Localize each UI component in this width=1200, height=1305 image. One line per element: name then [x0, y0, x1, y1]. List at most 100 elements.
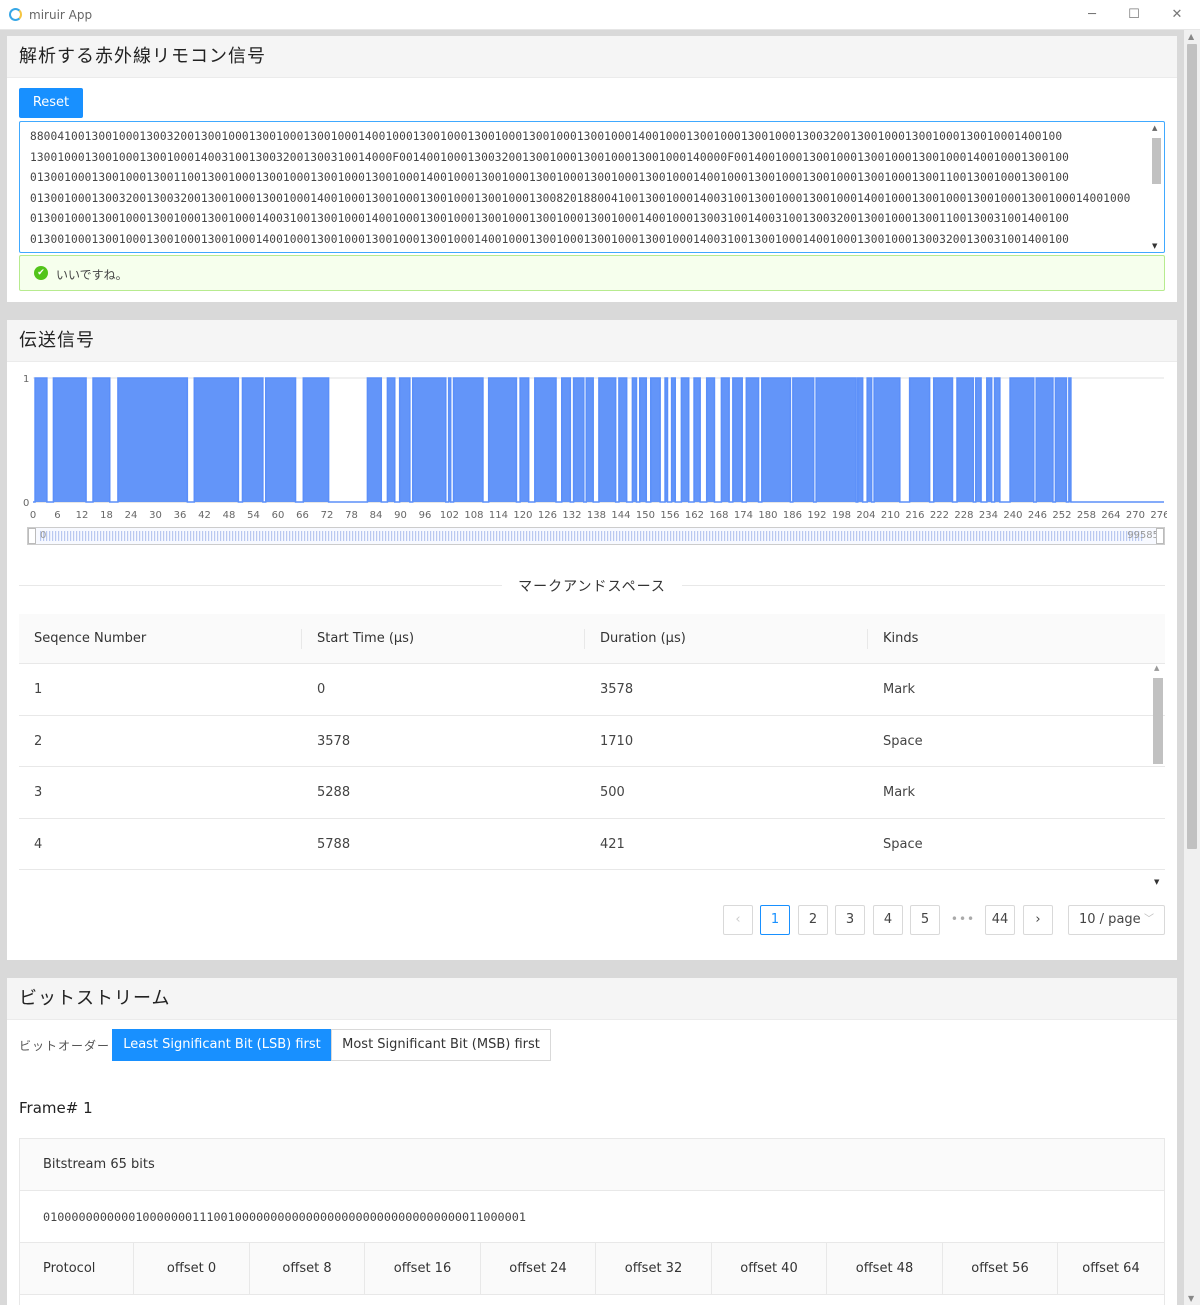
slider-preview-stripe: [640, 531, 642, 541]
cell-kind: Mark: [883, 682, 916, 697]
scroll-down-icon[interactable]: ▼: [1188, 1294, 1194, 1303]
slider-preview-stripe: [664, 531, 666, 541]
slider-preview-stripe: [334, 531, 336, 541]
slider-preview-stripe: [883, 531, 885, 541]
x-tick-label: 246: [1028, 510, 1047, 521]
textarea-scroll-thumb[interactable]: [1152, 138, 1161, 184]
slider-preview-stripe: [787, 531, 789, 541]
slider-preview-stripe: [505, 531, 507, 541]
slider-preview-stripe: [268, 531, 270, 541]
slider-preview-stripe: [928, 531, 930, 541]
slider-preview-stripe: [958, 531, 960, 541]
slider-preview-stripe: [370, 531, 372, 541]
slider-preview-stripe: [745, 531, 747, 541]
slider-preview-stripe: [112, 531, 114, 541]
slider-preview-stripe: [1045, 531, 1047, 541]
signal-mark-block: [816, 378, 857, 502]
page-size-select[interactable]: 10 / page ﹀: [1068, 905, 1165, 935]
slider-preview-stripe: [1078, 531, 1080, 541]
maximize-button[interactable]: ☐: [1123, 4, 1145, 26]
table-row[interactable]: 3 5288 500 Mark: [19, 767, 1165, 819]
scroll-up-icon[interactable]: ▲: [1152, 124, 1157, 132]
slider-preview-stripe: [484, 531, 486, 541]
range-handle-right[interactable]: [1156, 528, 1164, 544]
table-scrollbar[interactable]: ▲ ▼: [1151, 664, 1165, 886]
slider-preview-stripe: [781, 531, 783, 541]
signal-mark-block: [303, 378, 329, 502]
slider-preview-stripe: [835, 531, 837, 541]
signal-mark-block: [639, 378, 647, 502]
x-tick-label: 192: [807, 510, 826, 521]
range-slider[interactable]: 0 99585: [27, 527, 1165, 545]
window-scrollbar[interactable]: ▲ ▼: [1184, 30, 1200, 1305]
slider-preview-stripe: [397, 531, 399, 541]
slider-preview-stripe: [799, 531, 801, 541]
page-3-button[interactable]: 3: [835, 905, 865, 935]
signal-line: 0130010001300100013001000130010001400100…: [30, 232, 1069, 246]
last-page-button[interactable]: 44: [985, 905, 1015, 935]
table-row[interactable]: 1 0 3578 Mark: [19, 664, 1165, 716]
slider-preview-stripe: [313, 531, 315, 541]
slider-preview-stripe: [193, 531, 195, 541]
slider-preview-stripe: [805, 531, 807, 541]
signal-mark-block: [412, 378, 446, 502]
slider-preview-stripe: [493, 531, 495, 541]
page-1-button[interactable]: 1: [760, 905, 790, 935]
minimize-button[interactable]: ─: [1081, 4, 1103, 26]
y-tick-label: 0: [23, 498, 29, 509]
table-row[interactable]: 2 3578 1710 Space: [19, 716, 1165, 768]
prev-page-button[interactable]: ‹: [723, 905, 753, 935]
signal-mark-block: [650, 378, 661, 502]
slider-preview-stripe: [784, 531, 786, 541]
slider-preview-stripe: [388, 531, 390, 541]
slider-preview-stripe: [325, 531, 327, 541]
slider-preview-stripe: [415, 531, 417, 541]
slider-preview-stripe: [646, 531, 648, 541]
slider-preview-stripe: [262, 531, 264, 541]
signal-textarea[interactable]: 8800410013001000130032001300100013001000…: [19, 121, 1165, 253]
x-tick-label: 138: [587, 510, 606, 521]
lsb-first-button[interactable]: Least Significant Bit (LSB) first: [112, 1029, 332, 1061]
signal-mark-block: [975, 378, 982, 502]
slider-preview-stripe: [487, 531, 489, 541]
page-ellipsis[interactable]: •••: [948, 905, 978, 935]
slider-preview-stripe: [451, 531, 453, 541]
slider-preview-stripe: [688, 531, 690, 541]
slider-preview-stripe: [571, 531, 573, 541]
reset-button[interactable]: Reset: [19, 88, 83, 118]
slider-preview-stripe: [655, 531, 657, 541]
msb-first-button[interactable]: Most Significant Bit (MSB) first: [331, 1029, 551, 1061]
slider-preview-stripe: [676, 531, 678, 541]
scroll-down-icon[interactable]: ▼: [1154, 878, 1159, 886]
table-scroll-thumb[interactable]: [1153, 678, 1163, 764]
slider-preview-stripe: [454, 531, 456, 541]
slider-preview-stripe: [1066, 531, 1068, 541]
scroll-down-icon[interactable]: ▼: [1152, 242, 1157, 250]
slider-preview-stripe: [1084, 531, 1086, 541]
scroll-up-icon[interactable]: ▲: [1154, 664, 1159, 672]
slider-preview-stripe: [85, 531, 87, 541]
page-2-button[interactable]: 2: [798, 905, 828, 935]
close-button[interactable]: ✕: [1166, 4, 1188, 26]
window-scroll-thumb[interactable]: [1187, 44, 1197, 849]
page-4-button[interactable]: 4: [873, 905, 903, 935]
slider-preview-stripe: [943, 531, 945, 541]
slider-preview-stripe: [217, 531, 219, 541]
slider-preview-stripe: [481, 531, 483, 541]
transmission-title: 伝送信号: [7, 320, 1177, 362]
slider-preview-stripe: [235, 531, 237, 541]
page-5-button[interactable]: 5: [910, 905, 940, 935]
offset-header: offset 0: [134, 1243, 250, 1295]
slider-preview-stripe: [706, 531, 708, 541]
slider-preview-stripe: [913, 531, 915, 541]
table-row[interactable]: 4 5788 421 Space: [19, 819, 1165, 871]
slider-preview-stripe: [1033, 531, 1035, 541]
slider-preview-stripe: [379, 531, 381, 541]
range-handle-left[interactable]: [28, 528, 36, 544]
textarea-scrollbar[interactable]: ▲ ▼: [1150, 124, 1162, 250]
slider-preview-stripe: [757, 531, 759, 541]
slider-preview-stripe: [361, 531, 363, 541]
slider-preview-stripe: [718, 531, 720, 541]
next-page-button[interactable]: ›: [1023, 905, 1053, 935]
scroll-up-icon[interactable]: ▲: [1188, 32, 1194, 41]
